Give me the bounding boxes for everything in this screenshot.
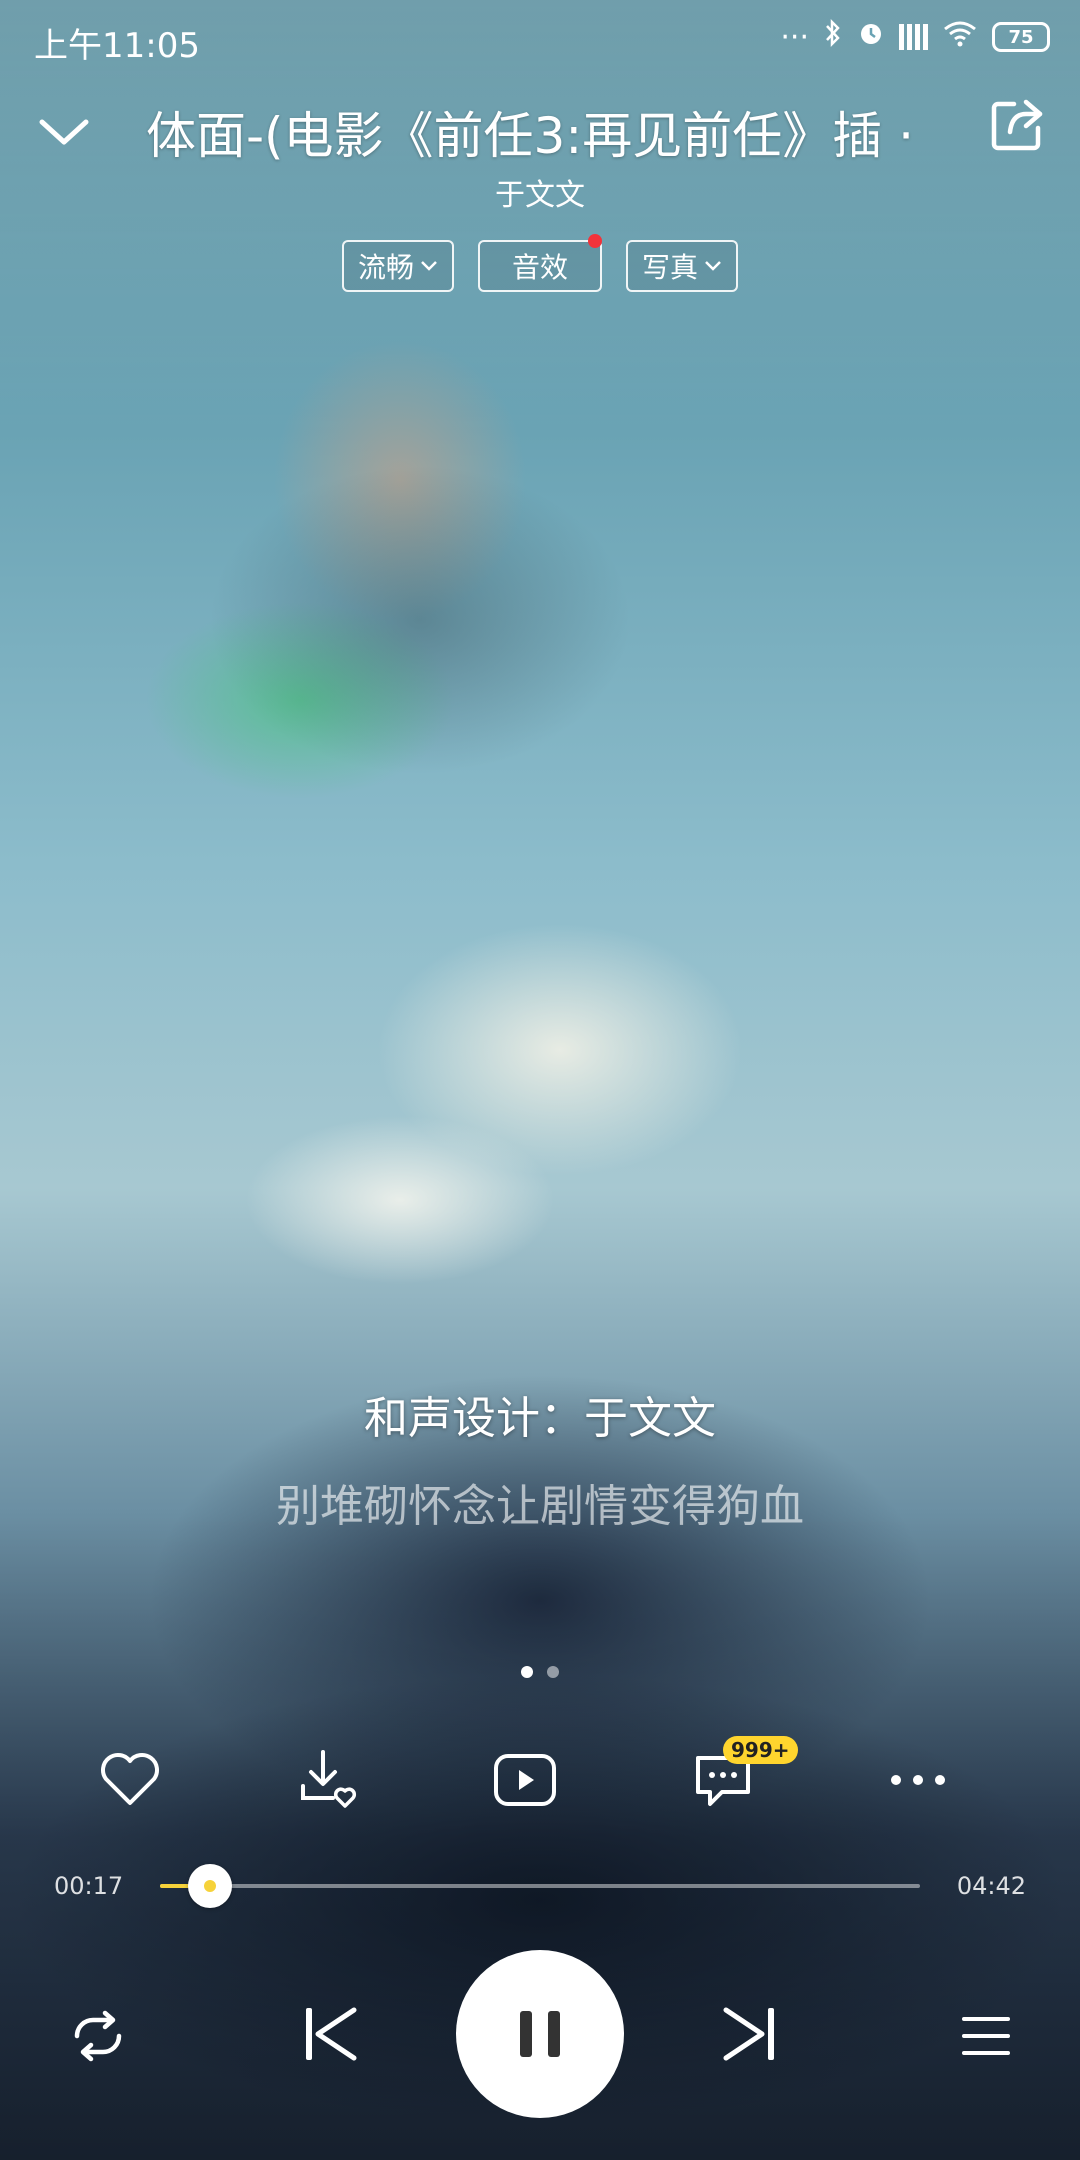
status-icons: ··· 75 xyxy=(780,18,1050,56)
playlist-button[interactable] xyxy=(946,1996,1026,2076)
progress-knob[interactable] xyxy=(188,1864,233,1908)
comment-count-badge: 999+ xyxy=(723,1736,798,1764)
new-indicator-dot xyxy=(588,234,602,248)
battery-indicator: 75 xyxy=(992,22,1050,52)
background-shade xyxy=(0,0,1080,2160)
playlist-icon xyxy=(962,2017,1010,2055)
like-button[interactable] xyxy=(90,1740,170,1820)
chevron-down-icon xyxy=(420,256,438,277)
status-bar: 上午11:05 ··· 75 xyxy=(0,0,1080,80)
player-header: 体面-(电影《前任3:再见前任》插 · · xyxy=(0,90,1080,170)
page-indicator xyxy=(0,1666,1080,1678)
action-row: 999+ xyxy=(0,1736,1080,1820)
chevron-down-icon xyxy=(39,119,89,145)
bluetooth-icon xyxy=(823,18,843,56)
more-dots-icon: ··· xyxy=(780,19,809,55)
repeat-icon xyxy=(74,2010,122,2062)
option-pills: 流畅 音效 写真 xyxy=(0,234,1080,292)
chevron-down-icon xyxy=(704,256,722,277)
current-time: 00:17 xyxy=(54,1872,124,1900)
progress-track[interactable] xyxy=(160,1864,920,1908)
sound-effect-button[interactable]: 音效 xyxy=(477,234,602,292)
share-icon xyxy=(991,99,1043,151)
progress-area: 00:17 04:42 xyxy=(0,1864,1080,1908)
lyric-next-line[interactable]: 别堆砌怀念让剧情变得狗血 xyxy=(0,1470,1080,1534)
previous-track-icon xyxy=(306,2007,357,2061)
alarm-icon xyxy=(857,19,885,55)
artist-name[interactable]: 于文文 xyxy=(0,170,1080,214)
heart-icon xyxy=(101,1753,159,1805)
download-button[interactable] xyxy=(290,1740,370,1820)
lyric-current-line[interactable]: 和声设计：于文文 xyxy=(0,1382,1080,1446)
signal-icon xyxy=(899,24,928,50)
video-button[interactable] xyxy=(485,1740,565,1820)
photo-mode-label: 写真 xyxy=(642,251,699,284)
photo-mode-button[interactable]: 写真 xyxy=(626,240,739,292)
total-time: 04:42 xyxy=(956,1872,1026,1900)
page-dot xyxy=(547,1666,559,1678)
pause-icon xyxy=(520,2011,560,2057)
download-icon xyxy=(301,1750,357,1808)
next-track-icon xyxy=(723,2007,774,2061)
collapse-button[interactable] xyxy=(36,104,92,160)
quality-selector-button[interactable]: 流畅 xyxy=(341,240,454,292)
playback-controls xyxy=(0,1950,1080,2120)
song-title[interactable]: 体面-(电影《前任3:再见前任》插 · · xyxy=(146,96,926,168)
video-play-icon xyxy=(494,1754,556,1806)
play-pause-button[interactable] xyxy=(456,1950,624,2118)
more-options-button[interactable] xyxy=(878,1740,958,1820)
comments-button[interactable]: 999+ xyxy=(683,1736,798,1820)
wifi-icon xyxy=(942,19,978,55)
previous-button[interactable] xyxy=(290,1994,370,2074)
status-time: 上午11:05 xyxy=(34,26,200,66)
next-button[interactable] xyxy=(710,1994,790,2074)
more-dots-icon xyxy=(891,1775,945,1785)
repeat-mode-button[interactable] xyxy=(58,1996,138,2076)
page-dot-active xyxy=(521,1666,533,1678)
share-button[interactable] xyxy=(986,96,1046,156)
quality-label: 流畅 xyxy=(357,251,414,284)
sound-effect-label: 音效 xyxy=(511,251,568,284)
